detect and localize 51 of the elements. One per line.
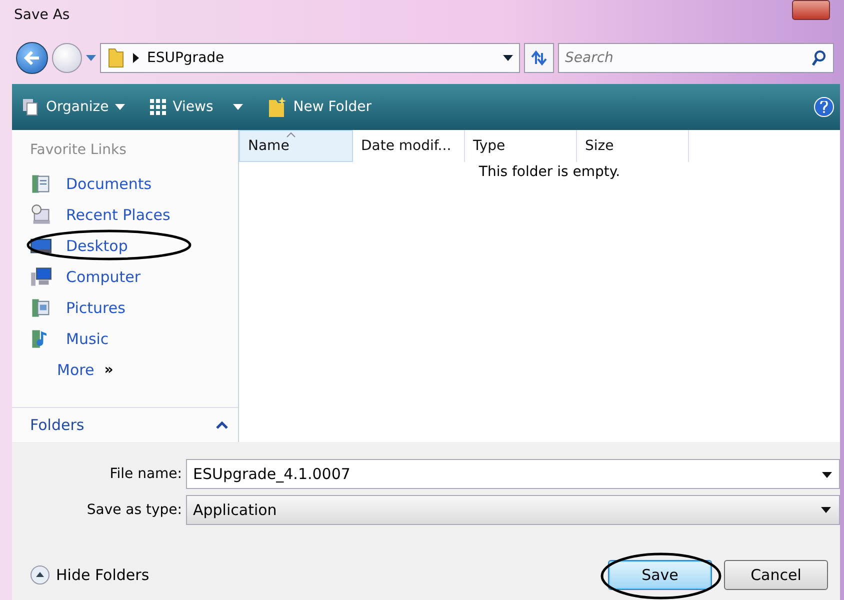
folder-icon (107, 47, 125, 69)
more-link[interactable]: More (57, 360, 94, 378)
caret-icon (233, 104, 244, 110)
caret-icon (821, 507, 831, 513)
organize-button[interactable]: Organize (18, 96, 129, 118)
dialog-button[interactable]: Cancel (724, 560, 828, 590)
more-arrow: » (104, 362, 114, 378)
grid-icon (148, 98, 167, 116)
file-name-field[interactable]: ESUpgrade_4.1.0007 (186, 459, 840, 489)
sidebar-item[interactable]: Recent Places (30, 199, 170, 230)
dropdown-icon[interactable] (822, 472, 832, 478)
chevron-icon (133, 53, 139, 63)
new-folder-icon (267, 96, 288, 118)
sort-caret-icon (286, 132, 296, 138)
close-button[interactable] (792, 0, 830, 20)
refresh-button[interactable] (524, 43, 554, 73)
recent-places-icon (30, 204, 52, 226)
dropdown-icon[interactable] (503, 55, 513, 61)
computer-icon (30, 266, 52, 288)
views-button[interactable]: Views (144, 96, 248, 118)
hide-folders-button[interactable]: Hide Folders (30, 565, 150, 585)
caret-icon (114, 104, 125, 110)
collapse-icon (30, 565, 50, 585)
pages-icon (22, 98, 40, 116)
back-button[interactable] (16, 42, 48, 74)
column-header[interactable]: Type (465, 130, 577, 162)
pictures-icon (30, 296, 52, 318)
sidebar-item[interactable]: Pictures (30, 292, 126, 323)
sidebar-item[interactable]: Music (30, 323, 109, 354)
folders-toggle[interactable]: Folders (30, 416, 84, 434)
help-icon[interactable] (814, 97, 834, 117)
dialog-button[interactable]: Save (608, 560, 712, 590)
address-bar[interactable]: ESUPgrade (100, 43, 520, 73)
collapse-icon[interactable] (216, 421, 228, 429)
section-header: Favorite Links (30, 142, 128, 160)
column-header[interactable]: Size (577, 130, 689, 162)
back-arrow-icon (24, 51, 40, 65)
column-header[interactable]: Date modif... (353, 130, 465, 162)
field-label: Save as type: (86, 502, 182, 518)
search-field[interactable]: Search (558, 43, 834, 73)
sidebar-item[interactable]: Computer (30, 261, 141, 292)
documents-icon (30, 172, 52, 194)
search-icon[interactable] (812, 50, 826, 66)
window-title: Save As (14, 7, 70, 23)
refresh-arrows-icon (530, 50, 548, 66)
new-folder-button[interactable]: New Folder (263, 94, 376, 120)
column-header[interactable]: Name (239, 130, 353, 162)
field-label: File name: (108, 466, 182, 482)
sidebar-item[interactable]: Documents (30, 168, 152, 199)
file-type-dropdown[interactable]: Application (186, 495, 840, 525)
empty-message: This folder is empty. (478, 164, 620, 180)
